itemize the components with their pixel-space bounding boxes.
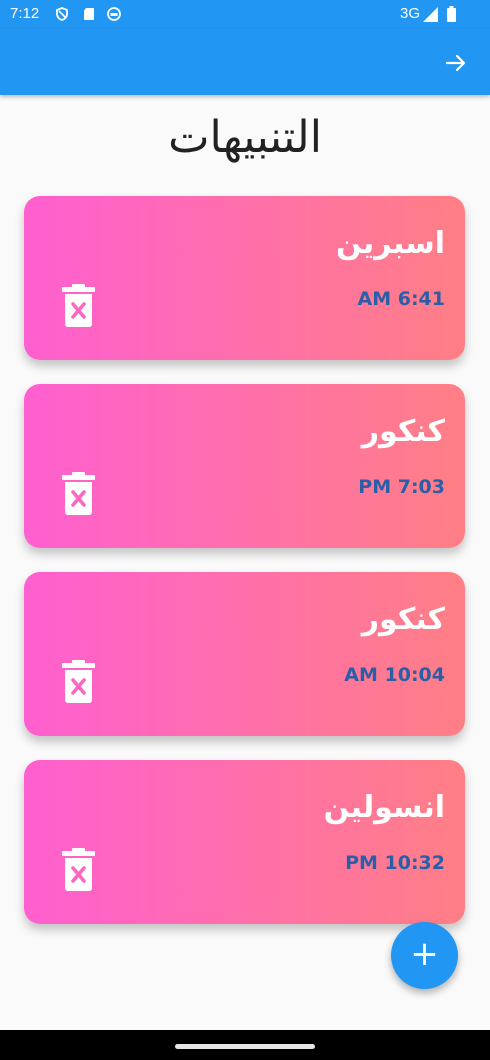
alarm-card[interactable]: كنكور PM 7:03 (24, 384, 465, 548)
network-type: 3G (399, 5, 420, 22)
app-bar (0, 29, 490, 95)
page-title: التنبيهات (168, 112, 322, 163)
alarm-time: AM 10:04 (344, 664, 445, 686)
sd-card-icon (84, 8, 94, 20)
alarm-card[interactable]: كنكور AM 10:04 (24, 572, 465, 736)
system-nav-bar (0, 1030, 490, 1060)
alarm-name: كنكور (361, 414, 445, 449)
alarm-card[interactable]: اسبرين AM 6:41 (24, 196, 465, 360)
add-alarm-button[interactable]: + (391, 922, 458, 989)
alarm-card[interactable]: انسولين PM 10:32 (24, 760, 465, 924)
alarm-time: AM 6:41 (357, 288, 446, 310)
alarm-name: انسولين (323, 790, 445, 825)
status-time: 7:12 (10, 5, 40, 22)
add-icon: + (410, 934, 439, 974)
delete-icon[interactable] (62, 660, 95, 703)
delete-icon[interactable] (62, 284, 95, 327)
arrow-right-icon[interactable] (444, 51, 468, 75)
status-bar: 7:12 3G (0, 0, 490, 29)
home-handle[interactable] (175, 1044, 315, 1049)
alarm-name: اسبرين (336, 226, 445, 261)
record-icon (107, 7, 121, 21)
alarm-name: كنكور (361, 602, 445, 637)
delete-icon[interactable] (62, 848, 95, 891)
signal-icon (423, 7, 438, 22)
alarm-time: PM 10:32 (345, 852, 445, 874)
battery-icon (447, 6, 456, 22)
alarm-time: PM 7:03 (358, 476, 445, 498)
delete-icon[interactable] (62, 472, 95, 515)
shield-icon (56, 7, 68, 21)
